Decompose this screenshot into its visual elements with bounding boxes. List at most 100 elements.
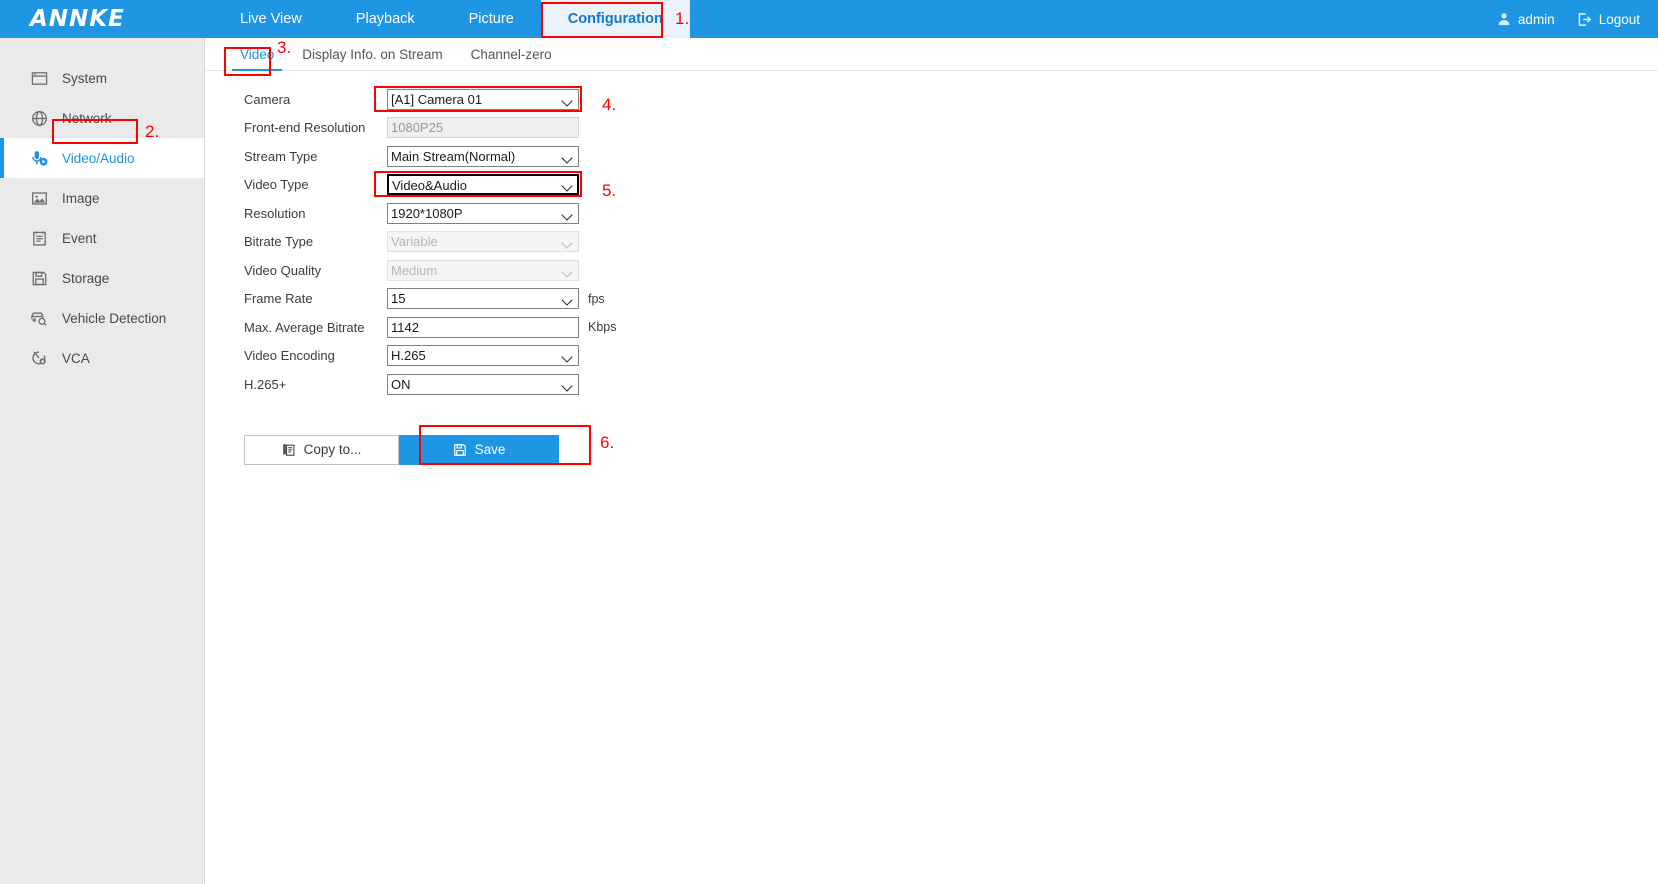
frame-rate-select[interactable]: 15 [387, 288, 579, 310]
left-sidebar: System Network Video/Audio Image Event S… [0, 38, 205, 884]
h265-plus-select[interactable]: ON [387, 373, 579, 395]
sidebar-item-image[interactable]: Image [0, 178, 204, 218]
form-row-max-average-bitrate: Max. Average Bitrate Kbps [244, 313, 1658, 342]
tab-label: Channel-zero [470, 47, 552, 62]
tab-display-info-on-stream[interactable]: Display Info. on Stream [288, 47, 456, 70]
sidebar-item-label: Storage [62, 270, 110, 286]
sidebar-item-label: Network [62, 110, 112, 126]
save-disk-icon [453, 443, 467, 457]
sidebar-item-network[interactable]: Network [0, 98, 204, 138]
video-encoding-select[interactable]: H.265 [387, 345, 579, 367]
video-quality-select: Medium [387, 259, 579, 281]
form-row-camera: Camera [A1] Camera 01 [244, 85, 1658, 114]
form-row-h265-plus: H.265+ ON [244, 370, 1658, 399]
sidebar-item-vehicle-detection[interactable]: Vehicle Detection [0, 298, 204, 338]
field-label: Resolution [244, 205, 306, 221]
vehicle-search-icon [28, 309, 50, 327]
max-average-bitrate-wrap [387, 316, 579, 338]
logout-button[interactable]: Logout [1577, 12, 1640, 27]
system-window-icon [28, 70, 50, 87]
form-row-video-quality: Video Quality Medium [244, 256, 1658, 285]
nav-tab-label: Configuration [567, 11, 663, 27]
copy-to-button[interactable]: Copy to... [244, 434, 399, 465]
resolution-select-wrap: 1920*1080P [387, 202, 579, 224]
form-row-stream-type: Stream Type Main Stream(Normal) [244, 142, 1658, 171]
user-area: admin Logout [1497, 0, 1658, 38]
nav-tab-label: Live View [240, 11, 302, 27]
nav-tab-live-view[interactable]: Live View [213, 0, 329, 38]
front-end-resolution-input [387, 117, 579, 139]
sidebar-item-storage[interactable]: Storage [0, 258, 204, 298]
front-end-resolution-wrap [387, 117, 579, 139]
field-label: Frame Rate [244, 291, 313, 307]
field-label: Video Type [244, 177, 309, 193]
field-label: Front-end Resolution [244, 120, 366, 136]
user-name: admin [1517, 11, 1555, 27]
globe-icon [28, 110, 50, 127]
picture-icon [28, 190, 50, 207]
current-user[interactable]: admin [1497, 12, 1555, 27]
copy-icon [282, 443, 296, 457]
nav-tab-picture[interactable]: Picture [442, 0, 541, 38]
resolution-select[interactable]: 1920*1080P [387, 202, 579, 224]
sidebar-item-label: Video/Audio [62, 150, 135, 166]
video-audio-icon [28, 149, 50, 168]
max-average-bitrate-unit: Kbps [588, 320, 617, 335]
calendar-list-icon [28, 230, 50, 247]
sidebar-item-video-audio[interactable]: Video/Audio [0, 138, 204, 178]
form-row-video-type: Video Type Video&Audio [244, 171, 1658, 200]
form-row-video-encoding: Video Encoding H.265 [244, 342, 1658, 371]
nav-tab-configuration[interactable]: Configuration [540, 0, 690, 38]
nav-tab-label: Picture [468, 11, 514, 27]
vca-icon [28, 349, 50, 367]
field-label: Max. Average Bitrate [244, 319, 365, 335]
nav-tab-label: Playback [355, 11, 415, 27]
save-button[interactable]: Save [399, 434, 559, 465]
video-quality-select-wrap: Medium [387, 259, 579, 281]
sidebar-item-label: VCA [62, 350, 90, 366]
sidebar-item-vca[interactable]: VCA [0, 338, 204, 378]
save-label: Save [474, 442, 506, 457]
nav-tab-playback[interactable]: Playback [329, 0, 442, 38]
h265-plus-select-wrap: ON [387, 373, 579, 395]
form-action-buttons: Copy to... Save [244, 434, 1658, 465]
main-content-area: Video Display Info. on Stream Channel-ze… [206, 38, 1658, 884]
sidebar-item-label: Image [62, 190, 100, 206]
video-encoding-select-wrap: H.265 [387, 345, 579, 367]
video-settings-form: Camera [A1] Camera 01 Front-end Resoluti… [206, 71, 1658, 399]
tab-label: Video [240, 47, 275, 62]
logout-icon [1577, 12, 1592, 27]
camera-select[interactable]: [A1] Camera 01 [387, 88, 579, 110]
frame-rate-select-wrap: 15 [387, 288, 579, 310]
stream-type-select[interactable]: Main Stream(Normal) [387, 145, 579, 167]
sidebar-item-label: Event [62, 230, 97, 246]
field-label: Bitrate Type [244, 234, 314, 250]
tab-video[interactable]: Video [226, 47, 288, 71]
sidebar-item-system[interactable]: System [0, 58, 204, 98]
field-label: Video Quality [244, 262, 322, 278]
field-label: Camera [244, 91, 291, 107]
field-label: Stream Type [244, 148, 318, 164]
field-label: Video Encoding [244, 348, 335, 364]
floppy-disk-icon [28, 270, 50, 287]
tab-label: Display Info. on Stream [302, 47, 443, 62]
video-type-select-wrap: Video&Audio [387, 174, 579, 196]
bitrate-type-select: Variable [387, 231, 579, 253]
frame-rate-unit: fps [588, 291, 605, 306]
logout-label: Logout [1598, 11, 1640, 27]
form-row-bitrate-type: Bitrate Type Variable [244, 228, 1658, 257]
form-row-frame-rate: Frame Rate 15 fps [244, 285, 1658, 314]
video-type-select[interactable]: Video&Audio [387, 174, 579, 196]
sidebar-item-label: System [62, 70, 108, 86]
max-average-bitrate-input[interactable] [387, 316, 579, 338]
user-icon [1497, 12, 1511, 26]
bitrate-type-select-wrap: Variable [387, 231, 579, 253]
sidebar-item-label: Vehicle Detection [62, 310, 167, 326]
sidebar-item-event[interactable]: Event [0, 218, 204, 258]
tab-channel-zero[interactable]: Channel-zero [457, 47, 566, 70]
stream-type-select-wrap: Main Stream(Normal) [387, 145, 579, 167]
camera-select-wrap: [A1] Camera 01 [387, 88, 579, 110]
copy-to-label: Copy to... [303, 442, 362, 457]
content-tab-bar: Video Display Info. on Stream Channel-ze… [206, 38, 1658, 71]
top-header-bar: ANNKE Live View Playback Picture Configu… [0, 0, 1658, 38]
